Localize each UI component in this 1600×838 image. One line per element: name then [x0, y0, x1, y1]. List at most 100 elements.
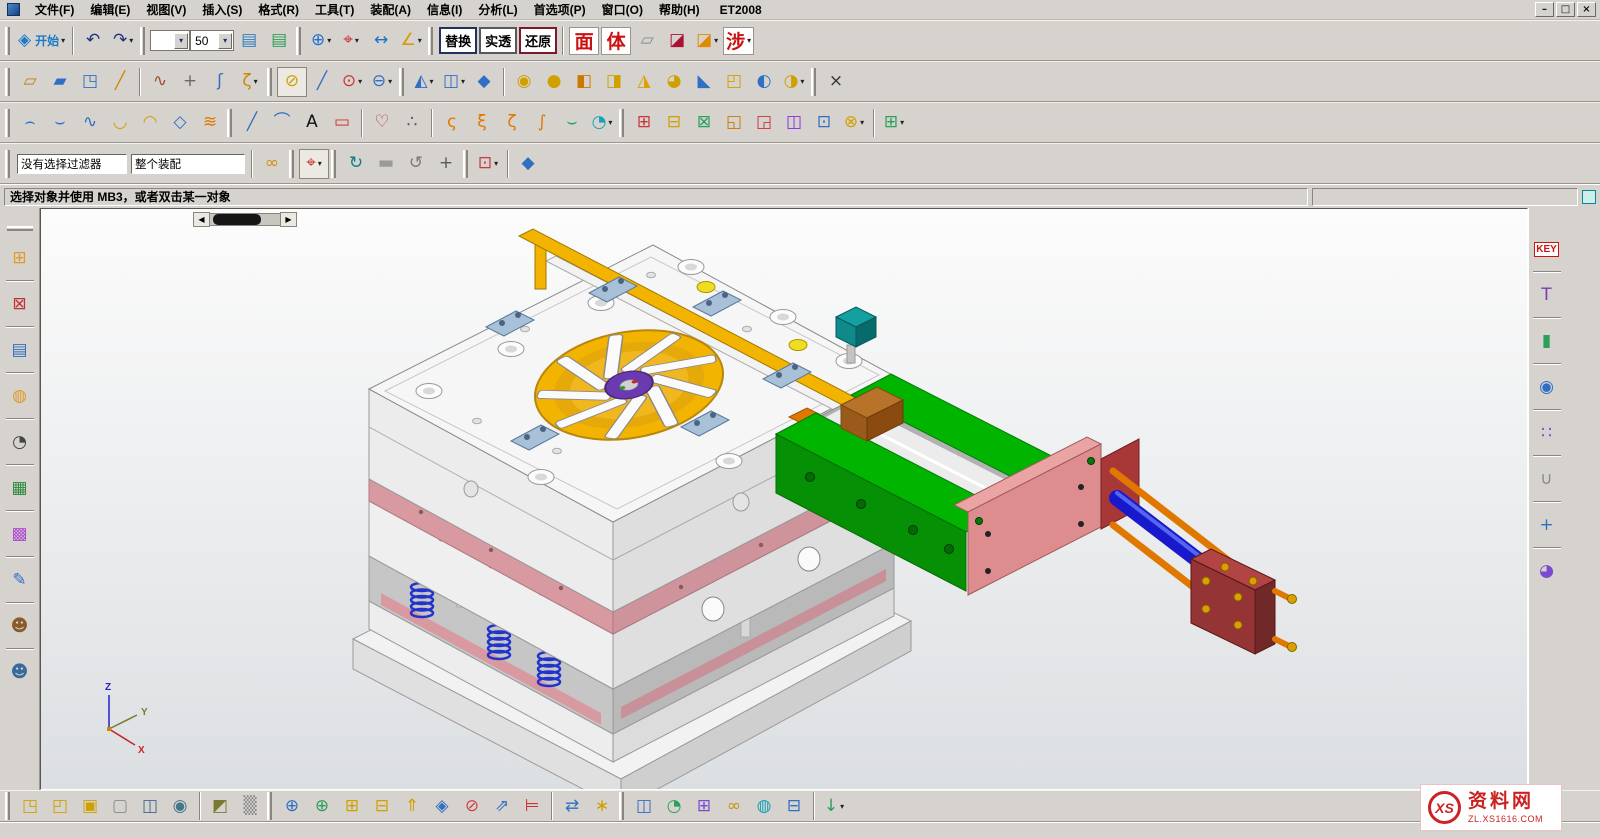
new-component-icon[interactable]: ⊕: [307, 793, 337, 819]
move-component-handle-icon[interactable]: +: [431, 149, 461, 179]
wireframe-eraser-icon[interactable]: ▬: [371, 149, 401, 179]
boss-icon[interactable]: ●: [539, 67, 569, 97]
studio-spline-icon[interactable]: ʃ: [205, 67, 235, 97]
redo-button[interactable]: ↷▾: [108, 26, 138, 56]
toolbar-grip[interactable]: [619, 792, 624, 820]
bounded-plane-icon[interactable]: ◇: [165, 108, 195, 138]
toolbar-grip[interactable]: [267, 792, 272, 820]
layer-visibility-icon[interactable]: ▤: [264, 26, 294, 56]
true-shading-button[interactable]: 实透: [479, 27, 517, 54]
edge-blend-icon[interactable]: ◕: [659, 67, 689, 97]
art-spline-icon[interactable]: ♡: [367, 108, 397, 138]
load-options-icon-dropdown-arrow[interactable]: ▾: [840, 802, 844, 811]
rectangle-select-toggle[interactable]: ⊡▾: [473, 149, 503, 179]
arc-circle-icon-dropdown-arrow[interactable]: ▾: [358, 77, 362, 86]
arrangements-icon[interactable]: ⊞: [689, 793, 719, 819]
wave-cube-icon[interactable]: ◪: [662, 26, 692, 56]
shell-icon[interactable]: ◰: [719, 67, 749, 97]
key-palette-button[interactable]: KEY: [1532, 234, 1562, 264]
cup-palette-icon[interactable]: ∪: [1532, 464, 1562, 494]
pattern-component-icon[interactable]: ⊟: [367, 793, 397, 819]
offset-curve-icon[interactable]: ς: [437, 108, 467, 138]
replace-button[interactable]: 替换: [439, 27, 477, 54]
drag-component-icon[interactable]: ↺: [401, 149, 431, 179]
toolbar-grip[interactable]: [463, 150, 468, 178]
move-face-icon[interactable]: ◱: [719, 108, 749, 138]
rotate-view-icon[interactable]: ↻: [341, 149, 371, 179]
render-style-combo[interactable]: ▾: [150, 30, 190, 51]
render-style-combo-dropdown-arrow[interactable]: ▾: [174, 33, 188, 49]
snap-point-toggle-dropdown-arrow[interactable]: ▾: [318, 159, 322, 168]
section-view-icon[interactable]: ◩: [205, 793, 235, 819]
check-clearance-icon[interactable]: ◫: [629, 793, 659, 819]
restore-view-button[interactable]: 还原: [519, 27, 557, 54]
toolbar-grip[interactable]: [5, 792, 10, 820]
split-body-icon-dropdown-arrow[interactable]: ▾: [800, 77, 804, 86]
wrap-curve-icon[interactable]: ∫: [527, 108, 557, 138]
wave-mode-icon[interactable]: ◍: [749, 793, 779, 819]
toolbar-grip[interactable]: [5, 109, 10, 137]
bridge-curve-icon[interactable]: ⌣: [557, 108, 587, 138]
promote-body-icon-dropdown-arrow[interactable]: ▾: [714, 36, 718, 45]
reference-sets-icon[interactable]: ⊟: [779, 793, 809, 819]
project-curve-icon[interactable]: ξ: [467, 108, 497, 138]
add-component-icon[interactable]: ⊕: [277, 793, 307, 819]
show-component-icon[interactable]: ▣: [75, 793, 105, 819]
line-icon[interactable]: ╱: [307, 67, 337, 97]
replace-component-icon[interactable]: ⇄: [557, 793, 587, 819]
point-set-icon[interactable]: ∴: [397, 108, 427, 138]
deselect-all-icon[interactable]: ×: [821, 67, 851, 97]
measure-distance-icon[interactable]: ↔: [366, 26, 396, 56]
resize-face-icon[interactable]: ⊡: [809, 108, 839, 138]
toolbar-grip[interactable]: [399, 68, 404, 96]
menu-preferences[interactable]: 首选项(P): [526, 0, 594, 19]
offset-face-icon[interactable]: ◲: [749, 108, 779, 138]
hide-component-icon[interactable]: ▢: [105, 793, 135, 819]
pattern-face-icon[interactable]: ⊟: [659, 108, 689, 138]
open-component-icon[interactable]: ◰: [45, 793, 75, 819]
menu-assemblies[interactable]: 装配(A): [362, 0, 419, 19]
dice-palette-icon[interactable]: ∷: [1532, 418, 1562, 448]
toolbar-grip[interactable]: [619, 109, 624, 137]
toolbar-grip[interactable]: [267, 68, 272, 96]
sequence-icon[interactable]: ◔: [659, 793, 689, 819]
move-component-icon[interactable]: ⇗: [487, 793, 517, 819]
helix-icon-dropdown-arrow[interactable]: ▾: [254, 77, 258, 86]
menu-help[interactable]: 帮助(H): [651, 0, 708, 19]
toolbar-grip[interactable]: [227, 109, 232, 137]
orient-view-icon[interactable]: ⊕▾: [306, 26, 336, 56]
menu-tools[interactable]: 工具(T): [307, 0, 362, 19]
split-body-icon[interactable]: ◑▾: [779, 67, 809, 97]
toolbar-grip[interactable]: [428, 27, 433, 55]
display-degraded-icon[interactable]: ▒: [235, 793, 265, 819]
menu-format[interactable]: 格式(R): [250, 0, 307, 19]
suppress-component-icon[interactable]: ⊘: [457, 793, 487, 819]
toolbar-grip[interactable]: [331, 150, 336, 178]
measure-angle-icon-dropdown-arrow[interactable]: ▾: [418, 36, 422, 45]
through-curves-icon[interactable]: ⌣: [45, 108, 75, 138]
system-palette-icon[interactable]: ☻: [5, 657, 35, 687]
copy-feature-icon[interactable]: ▱: [632, 26, 662, 56]
sketch-curve-icon[interactable]: ⊘: [277, 67, 307, 97]
chamfer-icon[interactable]: ◣: [689, 67, 719, 97]
snap-point-toggle[interactable]: ⌖▾: [299, 149, 329, 179]
rectangle-tool-icon[interactable]: ▭: [327, 108, 357, 138]
measure-angle-icon[interactable]: ∠▾: [396, 26, 426, 56]
n-sided-surface-icon[interactable]: ◠: [135, 108, 165, 138]
section-curve-icon[interactable]: ◔▾: [587, 108, 617, 138]
interpart-links-icon[interactable]: ∞: [257, 149, 287, 179]
snap-view-icon-dropdown-arrow[interactable]: ▾: [355, 36, 359, 45]
explode-assembly-icon[interactable]: ∗: [587, 793, 617, 819]
menu-analysis[interactable]: 分析(L): [470, 0, 525, 19]
wave-geometry-linker-icon[interactable]: ⊞▾: [879, 108, 909, 138]
delete-face-icon[interactable]: ⊗▾: [839, 108, 869, 138]
pocket-icon[interactable]: ◧: [569, 67, 599, 97]
sphere-palette-icon[interactable]: ◕: [1532, 556, 1562, 586]
extract-geometry-icon[interactable]: ⊞: [629, 108, 659, 138]
replace-face-icon[interactable]: ◫: [779, 108, 809, 138]
point-icon[interactable]: +: [175, 67, 205, 97]
toolbar-grip[interactable]: [5, 150, 10, 178]
shaded-work-view-icon[interactable]: ◆: [513, 149, 543, 179]
product-outline-icon[interactable]: ◫: [135, 793, 165, 819]
menu-view[interactable]: 视图(V): [138, 0, 194, 19]
